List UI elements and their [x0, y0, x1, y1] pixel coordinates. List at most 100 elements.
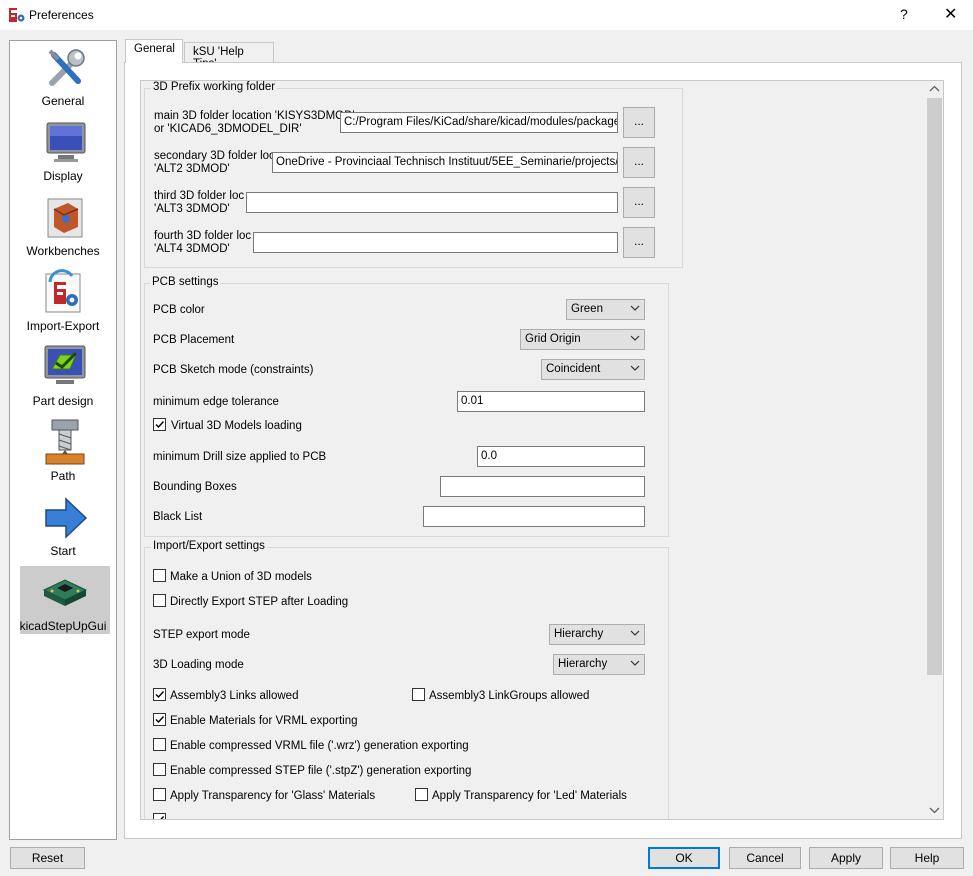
- pcb-sketch-value: Coincident: [546, 363, 601, 375]
- sidebar-item-label: Display: [43, 169, 83, 183]
- pcb-color-select[interactable]: Green: [566, 299, 645, 320]
- sidebar-item-general[interactable]: General: [10, 43, 116, 115]
- sidebar-item-label: Path: [50, 469, 76, 483]
- chevron-down-icon: [630, 365, 640, 371]
- glass-transparency-checkbox[interactable]: [153, 788, 166, 801]
- glass-transparency-label: Apply Transparency for 'Glass' Materials: [170, 790, 376, 802]
- window-title: Preferences: [29, 8, 94, 22]
- direct-step-checkbox[interactable]: [153, 594, 166, 607]
- sidebar-item-label: kicadStepUpGui: [19, 619, 107, 633]
- drill-size-input[interactable]: 0.0: [477, 446, 645, 467]
- sidebar-item-label: Workbenches: [26, 244, 100, 258]
- scroll-down-icon[interactable]: [929, 805, 940, 815]
- direct-step-label: Directly Export STEP after Loading: [170, 596, 349, 608]
- scroll-up-icon[interactable]: [929, 84, 940, 94]
- third-folder-browse-button[interactable]: ...: [623, 187, 655, 218]
- virtual-models-checkbox[interactable]: [153, 418, 166, 431]
- stpz-checkbox[interactable]: [153, 763, 166, 776]
- pcb-icon: [42, 579, 88, 606]
- pcb-placement-select[interactable]: Grid Origin: [520, 329, 645, 350]
- sidebar-item-label: General: [41, 94, 85, 108]
- secondary-folder-label-2: 'ALT2 3DMOD': [154, 163, 230, 175]
- virtual-models-label: Virtual 3D Models loading: [171, 420, 302, 432]
- sidebar-item-import-export[interactable]: Import-Export: [10, 268, 116, 340]
- scrollbar-thumb[interactable]: [927, 98, 942, 675]
- reset-button[interactable]: Reset: [10, 847, 85, 869]
- import-export-icon: [45, 269, 81, 313]
- secondary-folder-label-1: secondary 3D folder loc: [154, 150, 275, 162]
- path-icon: [45, 419, 85, 465]
- bounding-boxes-input[interactable]: [440, 476, 645, 497]
- workbench-icon: [47, 198, 83, 238]
- materials-checkbox[interactable]: [153, 713, 166, 726]
- stpz-label: Enable compressed STEP file ('.stpZ') ge…: [170, 765, 472, 777]
- black-list-input[interactable]: [423, 506, 645, 527]
- edge-tolerance-label: minimum edge tolerance: [153, 396, 279, 408]
- chevron-down-icon: [630, 305, 640, 311]
- loading-mode-select[interactable]: Hierarchy: [553, 654, 645, 675]
- main-folder-label-1: main 3D folder location 'KISYS3DMOD': [154, 110, 355, 122]
- main-folder-input[interactable]: C:/Program Files/KiCad/share/kicad/modul…: [340, 112, 618, 133]
- chevron-down-icon: [630, 335, 640, 341]
- bounding-boxes-label: Bounding Boxes: [153, 481, 237, 493]
- sidebar-item-kicadstepupgui[interactable]: kicadStepUpGui: [10, 566, 116, 638]
- union-checkbox[interactable]: [153, 569, 166, 582]
- third-folder-label-1: third 3D folder loc: [154, 190, 245, 202]
- led-transparency-checkbox[interactable]: [415, 788, 428, 801]
- close-icon[interactable]: ✕: [944, 4, 957, 24]
- pcb-color-label: PCB color: [153, 304, 205, 316]
- edge-tolerance-input[interactable]: 0.01: [457, 391, 645, 412]
- led-transparency-label: Apply Transparency for 'Led' Materials: [432, 790, 627, 802]
- secondary-folder-input[interactable]: OneDrive - Provinciaal Technisch Institu…: [272, 152, 618, 173]
- checkmark-icon: [155, 691, 165, 699]
- step-export-mode-select[interactable]: Hierarchy: [549, 624, 645, 645]
- sidebar-item-start[interactable]: Start: [10, 493, 116, 565]
- loading-mode-label: 3D Loading mode: [153, 659, 244, 671]
- import-export-group: [144, 547, 669, 819]
- fourth-folder-input[interactable]: [253, 232, 618, 253]
- step-export-mode-label: STEP export mode: [153, 629, 250, 641]
- sidebar-item-workbenches[interactable]: Workbenches: [10, 193, 116, 265]
- fourth-folder-browse-button[interactable]: ...: [623, 227, 655, 258]
- tab-general[interactable]: General: [125, 39, 183, 63]
- help-title-button[interactable]: ?: [900, 6, 908, 22]
- asm3-links-checkbox[interactable]: [153, 688, 166, 701]
- help-button[interactable]: Help: [890, 847, 964, 869]
- fourth-folder-label-1: fourth 3D folder loc: [154, 230, 252, 242]
- secondary-folder-browse-button[interactable]: ...: [623, 147, 655, 178]
- group-title: 3D Prefix working folder: [151, 81, 278, 93]
- step-export-mode-value: Hierarchy: [554, 628, 604, 640]
- chevron-down-icon: [630, 660, 640, 666]
- tab-ksu-help-tips[interactable]: kSU 'Help Tips': [184, 42, 274, 70]
- cancel-button[interactable]: Cancel: [729, 847, 801, 869]
- drill-size-label: minimum Drill size applied to PCB: [153, 451, 327, 463]
- main-folder-browse-button[interactable]: ...: [623, 107, 655, 138]
- apply-button[interactable]: Apply: [809, 847, 883, 869]
- fourth-folder-label-2: 'ALT4 3DMOD': [154, 243, 230, 255]
- sidebar-item-part-design[interactable]: Part design: [10, 343, 116, 415]
- wrz-checkbox[interactable]: [153, 738, 166, 751]
- freecad-app-icon: [8, 7, 25, 23]
- checkmark-icon: [155, 421, 165, 429]
- tools-icon: [48, 49, 85, 86]
- part-design-icon: [44, 345, 86, 384]
- sidebar-item-label: Part design: [32, 394, 94, 408]
- group-title: Import/Export settings: [151, 540, 267, 552]
- cut-off-checkbox[interactable]: [153, 813, 166, 819]
- third-folder-input[interactable]: [246, 192, 618, 213]
- loading-mode-value: Hierarchy: [558, 658, 608, 670]
- chevron-down-icon: [630, 630, 640, 636]
- asm3-linkgroups-checkbox[interactable]: [412, 688, 425, 701]
- black-list-label: Black List: [153, 511, 203, 523]
- sidebar-item-display[interactable]: Display: [10, 118, 116, 190]
- pcb-sketch-label: PCB Sketch mode (constraints): [153, 364, 314, 376]
- pcb-placement-label: PCB Placement: [153, 334, 235, 346]
- pcb-color-value: Green: [571, 303, 603, 315]
- main-folder-label-2: or 'KICAD6_3DMODEL_DIR': [154, 123, 302, 135]
- settings-scroll-area: 3D Prefix working folder main 3D folder …: [140, 80, 944, 820]
- title-bar: [0, 0, 973, 30]
- group-title: PCB settings: [150, 276, 221, 288]
- sidebar-item-path[interactable]: Path: [10, 418, 116, 490]
- pcb-sketch-select[interactable]: Coincident: [541, 359, 645, 380]
- ok-button[interactable]: OK: [648, 847, 720, 869]
